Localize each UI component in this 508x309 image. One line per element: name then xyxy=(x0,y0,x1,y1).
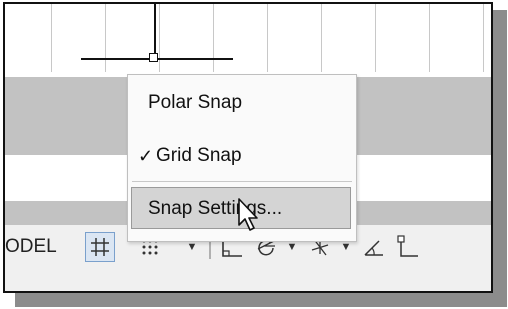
drawing-canvas[interactable] xyxy=(5,4,491,72)
menu-separator xyxy=(132,181,352,182)
grid-snap-label: Grid Snap xyxy=(156,145,242,166)
grid-display-button[interactable] xyxy=(85,232,115,262)
object-snap-tracking-button[interactable] xyxy=(361,232,387,262)
grid-icon xyxy=(91,238,109,256)
crosshair-pickbox xyxy=(149,53,158,62)
mouse-pointer-icon xyxy=(238,198,258,231)
polar-snap-label: Polar Snap xyxy=(148,92,243,113)
crosshair-vertical xyxy=(154,4,156,57)
menu-item-grid-snap[interactable]: ✓ Grid Snap xyxy=(128,137,356,175)
angle-icon xyxy=(364,240,383,256)
screenshot-frame: ODEL ▼ ▼ ▼ Polar Snap ✓ Grid Snap Snap S… xyxy=(3,2,493,293)
checkmark-icon: ✓ xyxy=(138,146,154,166)
model-tab-label[interactable]: ODEL xyxy=(5,235,57,259)
object-snap-icon xyxy=(397,235,418,257)
object-snap-button[interactable] xyxy=(395,232,421,262)
menu-item-polar-snap[interactable]: Polar Snap xyxy=(128,84,356,122)
